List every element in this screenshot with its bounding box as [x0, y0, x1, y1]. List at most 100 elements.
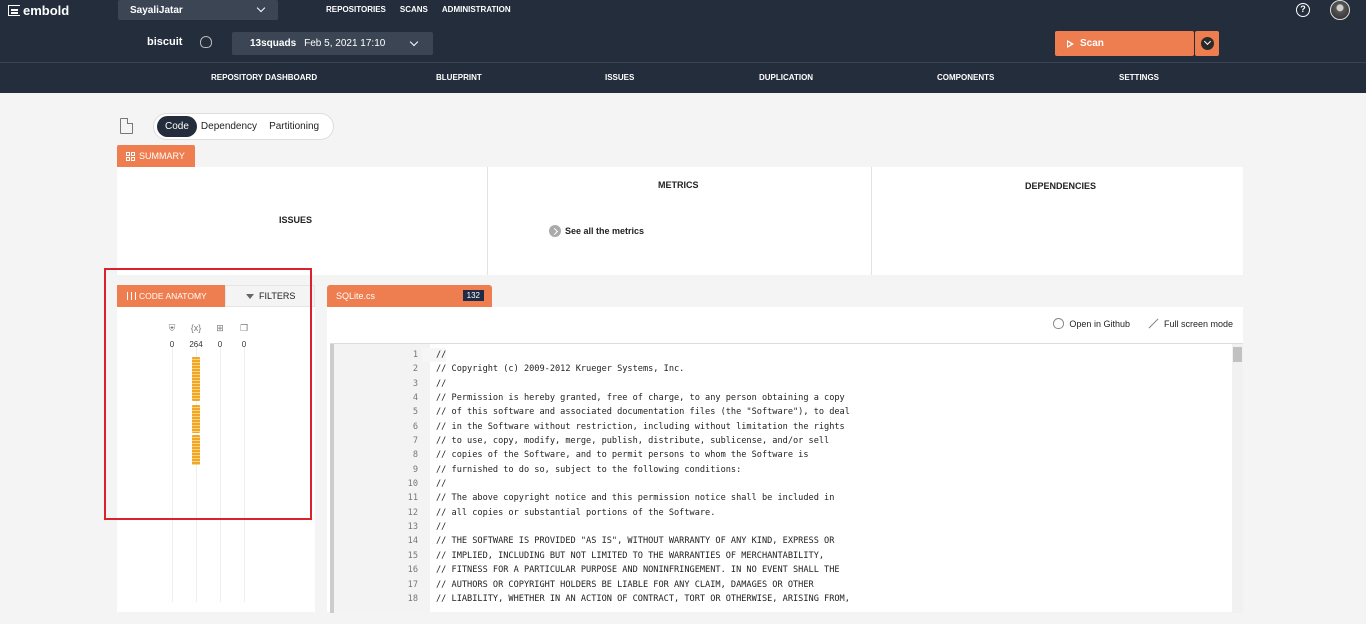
nav-administration[interactable]: ADMINISTRATION [442, 5, 511, 14]
full-screen-button[interactable]: Full screen mode [1148, 318, 1233, 329]
logo-text: embold [23, 3, 70, 18]
chevron-right-icon [549, 225, 561, 237]
scan-options-button[interactable] [1195, 31, 1219, 56]
nav-duplication[interactable]: DUPLICATION [759, 73, 813, 82]
top-bar: embold SayaliJatar REPOSITORIES SCANS AD… [0, 0, 1366, 24]
code-line: 9 // furnished to do so, subject to the f… [334, 463, 1366, 477]
scan-label: Scan [1080, 38, 1104, 49]
scan-button[interactable]: Scan [1055, 31, 1194, 56]
file-tab[interactable]: SQLite.cs 132 [327, 285, 492, 307]
view-toggle: Code Dependency Partitioning [153, 113, 334, 140]
line-text: // THE SOFTWARE IS PROVIDED "AS IS", WIT… [436, 536, 835, 547]
play-icon [1067, 39, 1074, 48]
line-number: 3 [412, 378, 418, 389]
code-line: 10 // [334, 477, 1366, 491]
metrics-title: METRICS [658, 180, 699, 190]
file-icon [120, 118, 133, 134]
line-text: // LIABILITY, WHETHER IN AN ACTION OF CO… [436, 593, 850, 604]
nav-scans[interactable]: SCANS [400, 5, 428, 14]
code-line: 7 // to use, copy, modify, merge, publish… [334, 434, 1366, 448]
scrollbar[interactable] [1232, 344, 1243, 613]
line-text: // AUTHORS OR COPYRIGHT HOLDERS BE LIABL… [436, 579, 814, 590]
see-all-metrics-label: See all the metrics [565, 226, 645, 236]
code-panel: Open in Github Full screen mode 1 // 2 // C… [327, 307, 1243, 613]
nav-settings[interactable]: SETTINGS [1119, 73, 1159, 82]
line-number: 12 [407, 507, 418, 518]
embold-logo[interactable]: embold [8, 3, 69, 18]
repository-name: biscuit [147, 36, 183, 48]
line-number: 10 [407, 479, 418, 490]
code-line: 2 // Copyright (c) 2009-2012 Krueger Syst… [334, 362, 1366, 376]
line-text: // [436, 522, 447, 533]
line-text: // furnished to do so, subject to the fo… [436, 464, 742, 475]
code-line: 11 // The above copyright notice and this… [334, 491, 1366, 505]
help-icon[interactable]: ? [1296, 3, 1310, 17]
code-line: 6 // in the Software without restriction,… [334, 420, 1366, 434]
toggle-partitioning[interactable]: Partitioning [265, 116, 327, 137]
user-dropdown[interactable]: SayaliJatar [118, 0, 278, 20]
line-text: // FITNESS FOR A PARTICULAR PURPOSE AND … [436, 565, 840, 576]
line-number: 15 [407, 550, 418, 561]
nav-issues[interactable]: ISSUES [605, 73, 634, 82]
code-line: 14 // THE SOFTWARE IS PROVIDED "AS IS", W… [334, 534, 1366, 548]
snapshot-dropdown[interactable]: 13squads Feb 5, 2021 17:10 [232, 32, 433, 55]
line-number: 9 [412, 464, 418, 475]
metrics-section: METRICS See all the metrics [488, 167, 872, 275]
line-text: // [436, 479, 447, 490]
line-number: 6 [412, 421, 418, 432]
line-number: 14 [407, 536, 418, 547]
line-number: 17 [407, 579, 418, 590]
line-number: 4 [412, 393, 418, 404]
full-screen-label: Full screen mode [1163, 318, 1233, 329]
dependencies-section: DEPENDENCIES [872, 167, 1243, 275]
code-line: 3 // [334, 377, 1366, 391]
code-line: 18 // LIABILITY, WHETHER IN AN ACTION OF … [334, 592, 1366, 606]
dependencies-title: DEPENDENCIES [1025, 181, 1097, 191]
summary-tab[interactable]: SUMMARY [117, 145, 195, 167]
code-line: 13 // [334, 520, 1366, 534]
line-text: // [436, 378, 447, 389]
code-lines: 1 // 2 // Copyright (c) 2009-2012 Krueger S… [334, 348, 1366, 606]
open-in-github-button[interactable]: Open in Github [1053, 318, 1130, 329]
repository-nav: REPOSITORY DASHBOARD BLUEPRINT ISSUES DU… [0, 62, 1366, 93]
line-number: 1 [412, 350, 418, 360]
line-number: 2 [412, 364, 418, 375]
scrollbar-thumb[interactable] [1233, 347, 1242, 362]
toggle-code[interactable]: Code [157, 116, 197, 137]
file-name: SQLite.cs [336, 291, 376, 301]
line-number: 7 [412, 436, 418, 447]
code-line: 4 // Permission is hereby granted, free o… [334, 391, 1366, 405]
line-count-badge: 132 [462, 290, 484, 301]
line-number: 5 [412, 407, 418, 418]
line-number: 18 [407, 593, 418, 604]
line-text: // IMPLIED, INCLUDING BUT NOT LIMITED TO… [436, 550, 825, 561]
line-number: 11 [407, 493, 418, 504]
line-text: // of this software and associated docum… [436, 407, 850, 418]
chevron-down-icon [1203, 37, 1211, 46]
line-text: // Copyright (c) 2009-2012 Krueger Syste… [436, 364, 685, 375]
nav-repositories[interactable]: REPOSITORIES [326, 5, 386, 14]
repository-bar: biscuit 13squads Feb 5, 2021 17:10 Scan [0, 24, 1366, 62]
code-line: 17 // AUTHORS OR COPYRIGHT HOLDERS BE LIA… [334, 578, 1366, 592]
toggle-dependency[interactable]: Dependency [197, 116, 265, 137]
line-text: // [422, 348, 447, 363]
see-all-metrics-link[interactable]: See all the metrics [549, 225, 644, 237]
highlight-box [104, 268, 312, 520]
code-editor[interactable]: 1 // 2 // Copyright (c) 2009-2012 Krueger S… [330, 343, 1243, 613]
nav-components[interactable]: COMPONENTS [937, 73, 994, 82]
nav-blueprint[interactable]: BLUEPRINT [436, 73, 482, 82]
nav-repository-dashboard[interactable]: REPOSITORY DASHBOARD [211, 73, 317, 82]
top-nav: REPOSITORIES SCANS ADMINISTRATION [326, 5, 511, 14]
github-icon[interactable] [200, 36, 212, 48]
code-line: 1 // [334, 348, 1366, 363]
issues-section: ISSUES [117, 167, 488, 275]
logo-icon [8, 5, 20, 16]
line-text: // Permission is hereby granted, free of… [436, 393, 845, 404]
code-line: 16 // FITNESS FOR A PARTICULAR PURPOSE AN… [334, 563, 1366, 577]
avatar[interactable] [1330, 0, 1350, 20]
line-text: // all copies or substantial portions of… [436, 507, 716, 518]
chevron-down-icon [256, 3, 266, 13]
issues-title: ISSUES [279, 215, 313, 225]
snapshot-branch: 13squads [250, 38, 297, 49]
line-text: // copies of the Software, and to permit… [436, 450, 809, 461]
